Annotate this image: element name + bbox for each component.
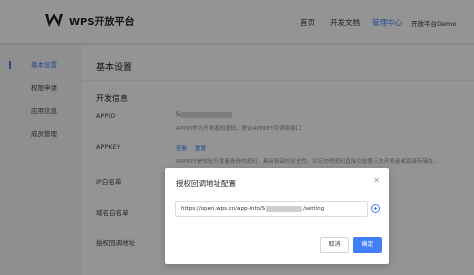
confirm-button[interactable]: 确定	[353, 237, 382, 253]
modal-title: 授权回调地址配置	[176, 179, 236, 188]
callback-url-input[interactable]: https://open.wps.cn/app-info/S/setting	[175, 201, 368, 217]
close-icon[interactable]: ✕	[373, 176, 380, 185]
add-circle-icon[interactable]	[371, 204, 380, 213]
cancel-button[interactable]: 取消	[320, 237, 349, 253]
callback-url-redacted	[266, 205, 303, 212]
callback-config-modal: 授权回调地址配置 ✕ https://open.wps.cn/app-info/…	[165, 168, 389, 264]
callback-url-suffix: /setting	[303, 206, 325, 212]
callback-url-prefix: https://open.wps.cn/app-info/S	[181, 206, 266, 212]
